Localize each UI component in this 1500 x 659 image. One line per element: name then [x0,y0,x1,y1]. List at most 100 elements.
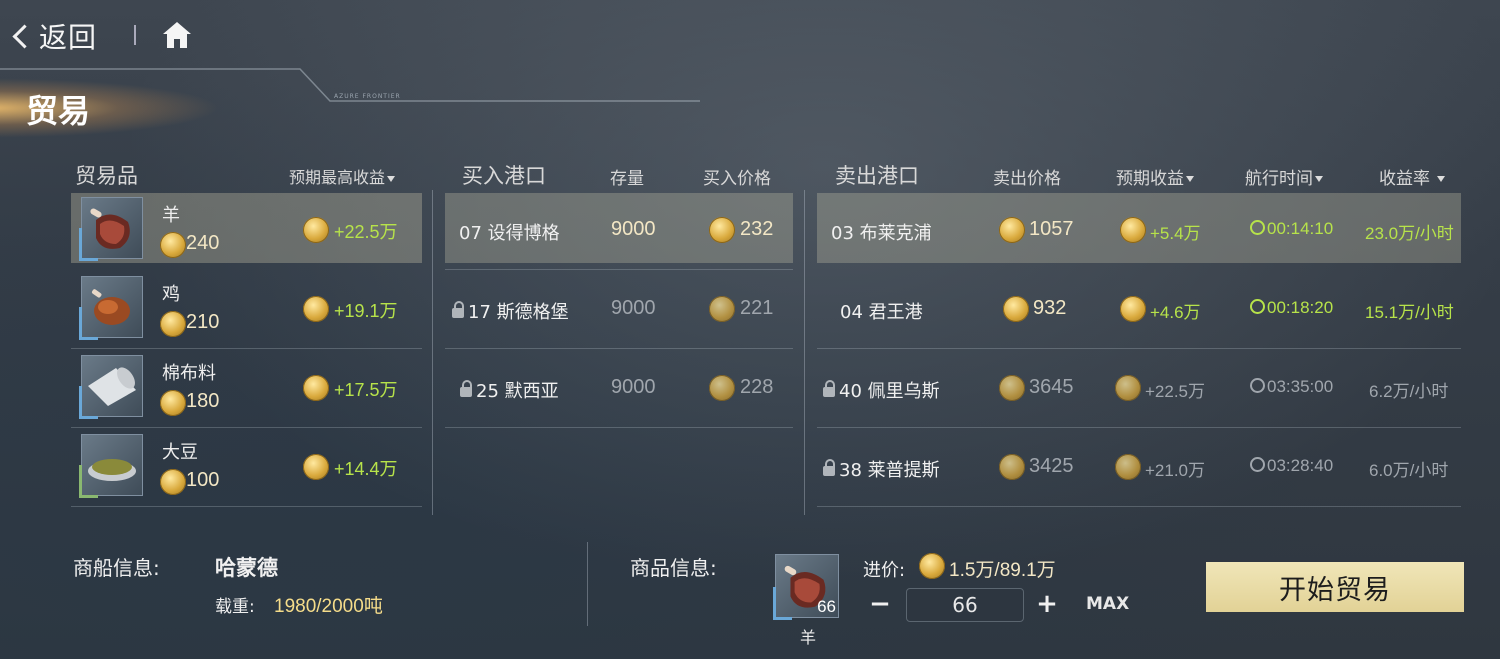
home-button[interactable] [160,20,194,50]
sell-port-name: 38 莱普提斯 [839,460,940,481]
coin-icon [999,375,1025,401]
goods-name: 羊 [162,205,180,226]
sell-port-time-cell: 00:14:10 [1250,219,1333,239]
lock-icon [452,301,464,318]
profit-rate-header[interactable]: 收益率 [1379,164,1446,189]
goods-name: 棉布料 [162,363,216,384]
ship-info-label: 商船信息: [73,556,160,580]
buy-port-name: 17 斯德格堡 [468,302,569,323]
decrease-button[interactable]: − [867,591,893,618]
sell-port-time: 03:28:40 [1267,456,1334,475]
coin-icon [709,375,735,401]
buy-port-stock: 9000 [611,218,656,240]
goods-name: 大豆 [162,442,198,463]
expected-profit-header-label: 预期收益 [1116,169,1184,189]
coin-icon [303,375,329,401]
coin-icon [303,217,329,243]
row-divider [817,506,1461,507]
coin-icon [160,232,186,258]
cloth-roll-icon [79,355,143,419]
sell-port-rate: 15.1万/小时 [1365,303,1454,322]
coin-icon [1120,217,1146,243]
sort-icon [387,175,396,182]
coin-icon [709,217,735,243]
buy-port-stock: 9000 [611,376,656,398]
selected-goods-count: 66 [817,597,836,616]
lock-icon [460,380,472,397]
sell-port-rate: 6.0万/小时 [1369,461,1449,480]
back-button[interactable]: 返回 [10,16,97,56]
cost-value: 1.5万/89.1万 [949,560,1056,581]
goods-max-profit: +22.5万 [334,222,398,242]
row-divider [445,427,793,428]
row-divider [71,427,422,428]
goods-price: 100 [186,469,220,491]
chevron-left-icon [12,23,37,49]
goods-price: 180 [186,390,220,412]
sell-port-price: 3425 [1029,455,1074,477]
buy-port-price: 228 [740,376,774,398]
sell-port-name-locked: 40 佩里乌斯 [823,377,940,403]
nav-divider [134,25,136,45]
buy-port-name-locked: 25 默西亚 [460,377,559,403]
goods-max-profit: +17.5万 [334,380,398,400]
roast-chicken-icon [79,276,143,340]
buy-port-name: 07 设得博格 [459,223,560,244]
row-divider [817,348,1461,349]
max-profit-header[interactable]: 预期最高收益 [289,164,396,188]
row-divider [71,506,422,507]
buy-port-stock: 9000 [611,297,656,319]
home-icon [163,22,191,48]
max-profit-header-label: 预期最高收益 [289,168,386,187]
sell-price-header: 卖出价格 [993,169,1061,189]
sell-port-profit: +21.0万 [1145,461,1206,480]
sell-port-profit: +22.5万 [1145,382,1206,401]
sell-port-name-locked: 38 莱普提斯 [823,456,940,482]
buy-port-header: 买入港口 [462,164,546,188]
timer-icon [1250,378,1265,393]
row-divider [817,427,1461,428]
sail-time-header[interactable]: 航行时间 [1245,164,1323,189]
selected-goods-name: 羊 [800,628,817,647]
timer-icon [1250,457,1265,472]
goods-info-label: 商品信息: [630,556,717,580]
buy-port-price: 221 [740,297,774,319]
sort-icon [1437,176,1446,182]
expected-profit-header[interactable]: 预期收益 [1116,164,1194,189]
column-divider [804,190,805,515]
coin-icon [160,390,186,416]
page-subtitle: AZURE FRONTIER [334,93,401,100]
sell-port-profit: +5.4万 [1150,224,1201,243]
sell-port-name: 40 佩里乌斯 [839,381,940,402]
column-divider [432,190,433,515]
buy-port-name-locked: 17 斯德格堡 [452,298,569,324]
row-divider [445,348,793,349]
sell-port-name: 04 君王港 [840,302,923,323]
sell-port-time-cell: 00:18:20 [1250,298,1333,318]
coin-icon [999,454,1025,480]
start-trade-button[interactable]: 开始贸易 [1206,562,1464,612]
sell-port-rate: 23.0万/小时 [1365,224,1454,243]
row-divider [445,269,793,270]
coin-icon [1003,296,1029,322]
sell-port-header: 卖出港口 [835,164,919,188]
row-divider [71,348,422,349]
max-button[interactable]: MAX [1086,594,1129,614]
lock-icon [823,459,835,476]
increase-button[interactable]: + [1034,591,1060,618]
page-title: 贸易 [26,92,91,130]
sell-port-rate: 6.2万/小时 [1369,382,1449,401]
back-label: 返回 [39,21,98,54]
coin-icon [303,296,329,322]
goods-header: 贸易品 [75,164,138,188]
coin-icon [303,454,329,480]
sell-port-name: 03 布莱克浦 [831,223,932,244]
sort-icon [1186,176,1194,182]
quantity-input[interactable]: 66 [906,588,1024,622]
coin-icon [160,311,186,337]
buy-price-header: 买入价格 [703,169,771,189]
soybean-icon [79,434,143,498]
goods-max-profit: +19.1万 [334,301,398,321]
goods-name: 鸡 [162,284,180,305]
selected-goods-thumb: 66 [773,554,839,620]
